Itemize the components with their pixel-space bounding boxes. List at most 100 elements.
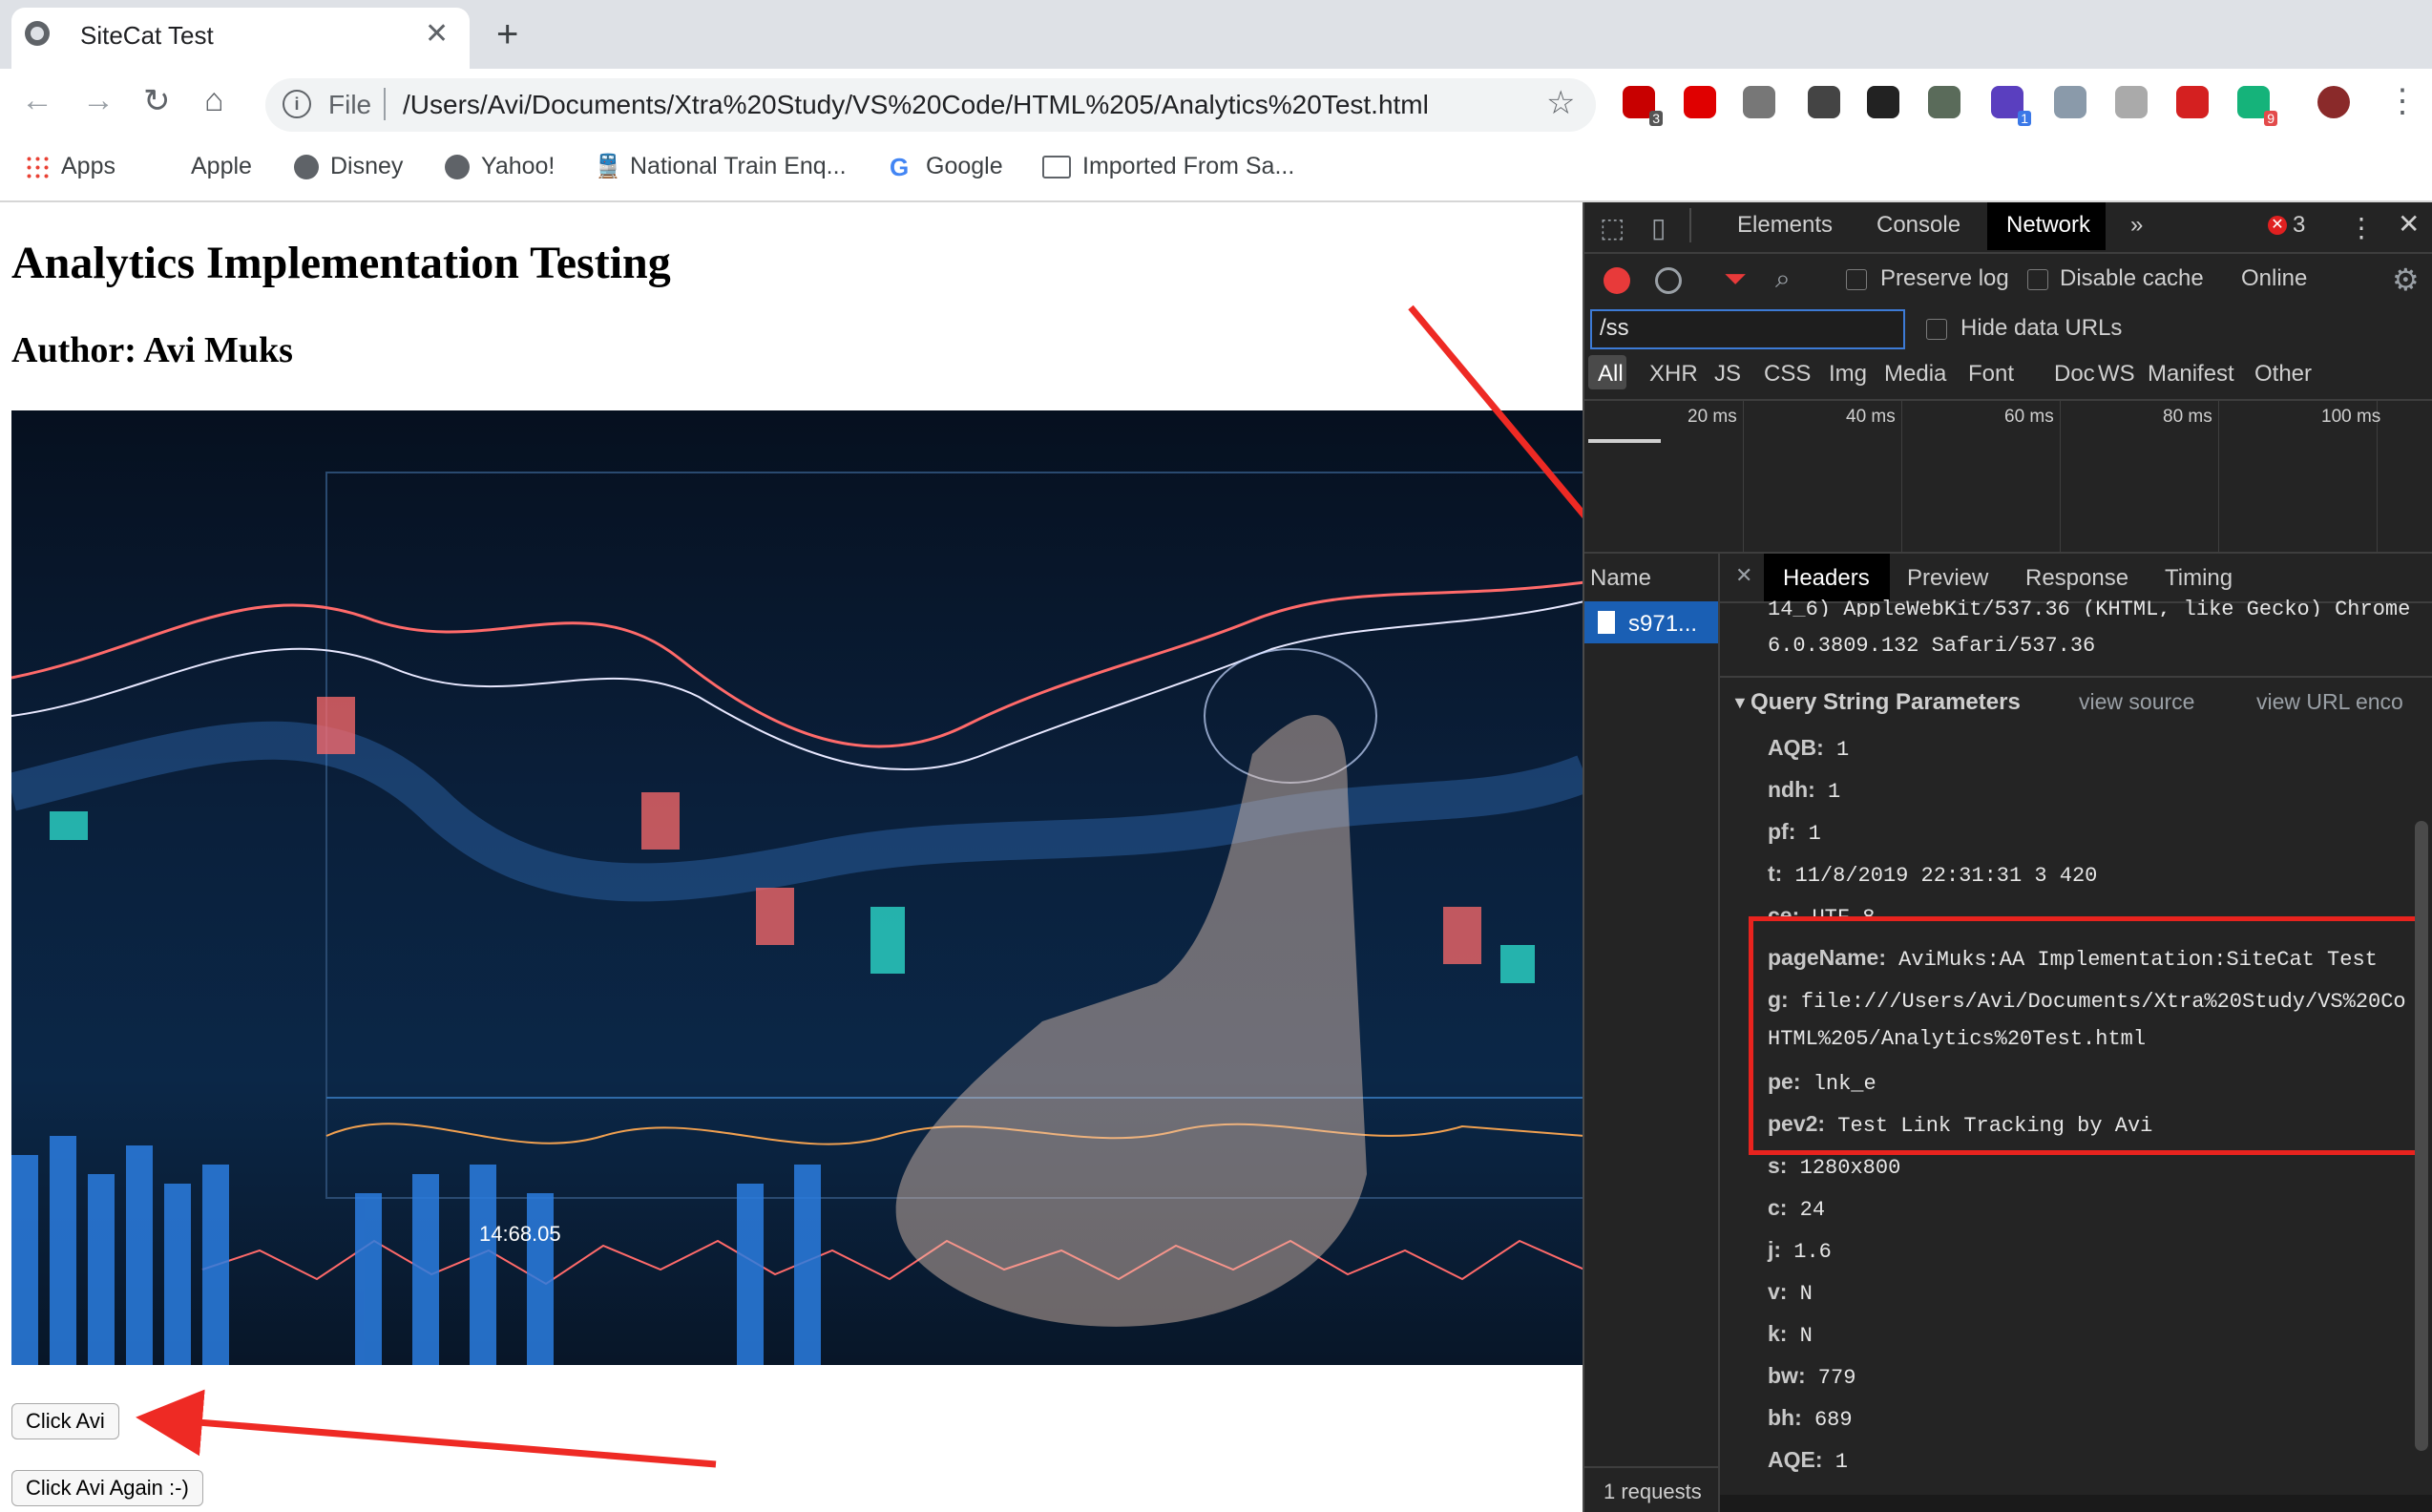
query-param-key: bw: bbox=[1768, 1363, 1806, 1388]
query-param-value: 1 bbox=[1814, 780, 1841, 804]
type-filter-xhr[interactable]: XHR bbox=[1649, 361, 1698, 388]
record-icon[interactable] bbox=[1604, 267, 1630, 294]
document-icon bbox=[1598, 611, 1615, 634]
type-filter-img[interactable]: Img bbox=[1829, 361, 1867, 388]
query-param-value: 1 bbox=[1823, 738, 1850, 762]
query-param-key: k: bbox=[1768, 1321, 1788, 1346]
qsp-section-title[interactable]: Query String Parameters bbox=[1751, 689, 2021, 716]
settings-gear-icon[interactable]: ⚙ bbox=[2392, 262, 2420, 298]
tab-console[interactable]: Console bbox=[1876, 212, 1960, 239]
query-param-key: c: bbox=[1768, 1195, 1788, 1220]
disable-cache-label: Disable cache bbox=[2060, 265, 2204, 291]
query-param-value: 1.6 bbox=[1781, 1240, 1832, 1264]
view-url-encoded-link[interactable]: view URL enco bbox=[2256, 689, 2403, 715]
detail-scrollbar[interactable] bbox=[2415, 821, 2428, 1451]
search-icon[interactable]: ⌕ bbox=[1775, 263, 1791, 295]
query-param-value: 1 bbox=[1795, 822, 1821, 846]
close-detail-icon[interactable]: ✕ bbox=[1735, 563, 1752, 588]
query-param-row: t: 11/8/2019 22:31:31 3 420 bbox=[1768, 861, 2097, 888]
query-param-key: pf: bbox=[1768, 819, 1796, 844]
more-tabs-icon[interactable]: » bbox=[2130, 212, 2143, 239]
query-param-row: bw: 779 bbox=[1768, 1363, 1855, 1390]
divider bbox=[1584, 252, 2432, 254]
clear-icon[interactable] bbox=[1655, 267, 1682, 294]
error-icon[interactable]: ✕ bbox=[2268, 216, 2287, 235]
query-param-row: c: 24 bbox=[1768, 1195, 1825, 1222]
devtools-close-icon[interactable]: ✕ bbox=[2398, 208, 2420, 240]
requests-count: 1 requests bbox=[1604, 1480, 1702, 1503]
timeline-gridline bbox=[1743, 401, 1744, 552]
arrow-to-button bbox=[136, 1389, 717, 1468]
type-filter-media[interactable]: Media bbox=[1884, 361, 1946, 388]
query-param-row: AQB: 1 bbox=[1768, 735, 1849, 762]
type-filter-all[interactable]: All bbox=[1598, 361, 1624, 388]
timeline-bar bbox=[1588, 439, 1661, 443]
type-filter-other[interactable]: Other bbox=[2254, 361, 2312, 388]
timeline-tick-label: 20 ms bbox=[1688, 407, 1737, 427]
type-filter-js[interactable]: JS bbox=[1714, 361, 1741, 388]
type-filter-doc[interactable]: Doc bbox=[2054, 361, 2095, 388]
divider bbox=[1584, 1466, 1718, 1468]
device-toolbar-icon[interactable]: ▯ bbox=[1651, 212, 1666, 243]
preserve-log-checkbox[interactable] bbox=[1846, 269, 1867, 290]
type-filter-css[interactable]: CSS bbox=[1764, 361, 1811, 388]
view-source-link[interactable]: view source bbox=[2079, 689, 2194, 715]
throttle-select[interactable]: Online bbox=[2241, 265, 2307, 292]
query-param-row: ndh: 1 bbox=[1768, 777, 1840, 804]
timeline-gridline bbox=[2218, 401, 2219, 552]
query-param-row: s: 1280x800 bbox=[1768, 1153, 1900, 1180]
type-filter-manifest[interactable]: Manifest bbox=[2148, 361, 2234, 388]
timeline-tick-label: 40 ms bbox=[1846, 407, 1896, 427]
inspect-element-icon[interactable]: ⬚ bbox=[1600, 212, 1625, 243]
user-agent-line-1: 14_6) AppleWebKit/537.36 (KHTML, like Ge… bbox=[1768, 598, 2411, 617]
query-param-value: 24 bbox=[1787, 1198, 1826, 1222]
tab-elements[interactable]: Elements bbox=[1737, 212, 1833, 239]
filter-input-value: /ss bbox=[1600, 315, 1629, 341]
query-param-row: v: N bbox=[1768, 1279, 1813, 1306]
hide-data-urls-label: Hide data URLs bbox=[1960, 315, 2123, 341]
tab-headers-label: Headers bbox=[1783, 565, 1870, 591]
waterfall-overview[interactable]: 20 ms 40 ms 60 ms 80 ms 100 ms bbox=[1584, 401, 2432, 552]
query-param-value: 779 bbox=[1805, 1366, 1856, 1390]
query-param-value: 689 bbox=[1801, 1408, 1853, 1432]
query-param-value: N bbox=[1787, 1324, 1813, 1348]
disable-cache-checkbox[interactable] bbox=[2027, 269, 2048, 290]
query-param-row: AQE: 1 bbox=[1768, 1447, 1848, 1474]
query-param-key: AQB: bbox=[1768, 735, 1824, 760]
collapse-triangle-icon[interactable]: ▼ bbox=[1731, 693, 1749, 713]
query-param-row: j: 1.6 bbox=[1768, 1237, 1832, 1264]
query-param-key: ndh: bbox=[1768, 777, 1815, 802]
divider bbox=[1720, 676, 2432, 678]
tab-network-label: Network bbox=[2006, 212, 2091, 238]
tab-response[interactable]: Response bbox=[2025, 565, 2128, 592]
query-param-key: t: bbox=[1768, 861, 1783, 886]
timeline-tick-label: 100 ms bbox=[2321, 407, 2381, 427]
name-column-header[interactable]: Name bbox=[1590, 565, 1651, 592]
request-name: s971... bbox=[1628, 611, 1698, 637]
filter-input[interactable] bbox=[1590, 309, 1905, 349]
query-param-key: v: bbox=[1768, 1279, 1788, 1304]
hide-data-urls-checkbox[interactable] bbox=[1926, 319, 1947, 340]
filter-icon[interactable]: ⏷ bbox=[1724, 263, 1747, 296]
timeline-tick-label: 60 ms bbox=[2004, 407, 2054, 427]
query-param-value: 11/8/2019 22:31:31 3 420 bbox=[1782, 864, 2098, 888]
highlight-box bbox=[1749, 916, 2422, 1155]
query-param-value: 1280x800 bbox=[1787, 1156, 1901, 1180]
preserve-log-label: Preserve log bbox=[1880, 265, 2009, 291]
query-param-row: pf: 1 bbox=[1768, 819, 1821, 846]
user-agent-line-2: 6.0.3809.132 Safari/537.36 bbox=[1768, 634, 2096, 658]
query-param-key: AQE: bbox=[1768, 1447, 1823, 1472]
timeline-tick-label: 80 ms bbox=[2163, 407, 2212, 427]
query-param-key: s: bbox=[1768, 1153, 1788, 1178]
devtools-menu-icon[interactable]: ⋮ bbox=[2348, 212, 2375, 243]
query-param-key: j: bbox=[1768, 1237, 1782, 1262]
horizontal-scrollbar[interactable] bbox=[1720, 1495, 2432, 1512]
query-param-value: N bbox=[1787, 1282, 1813, 1306]
type-filter-font[interactable]: Font bbox=[1968, 361, 2014, 388]
tab-preview[interactable]: Preview bbox=[1907, 565, 1988, 592]
type-filter-ws[interactable]: WS bbox=[2098, 361, 2135, 388]
separator bbox=[1689, 208, 1691, 242]
query-param-value: 1 bbox=[1822, 1450, 1848, 1474]
timeline-gridline bbox=[2060, 401, 2061, 552]
tab-timing[interactable]: Timing bbox=[2165, 565, 2233, 592]
